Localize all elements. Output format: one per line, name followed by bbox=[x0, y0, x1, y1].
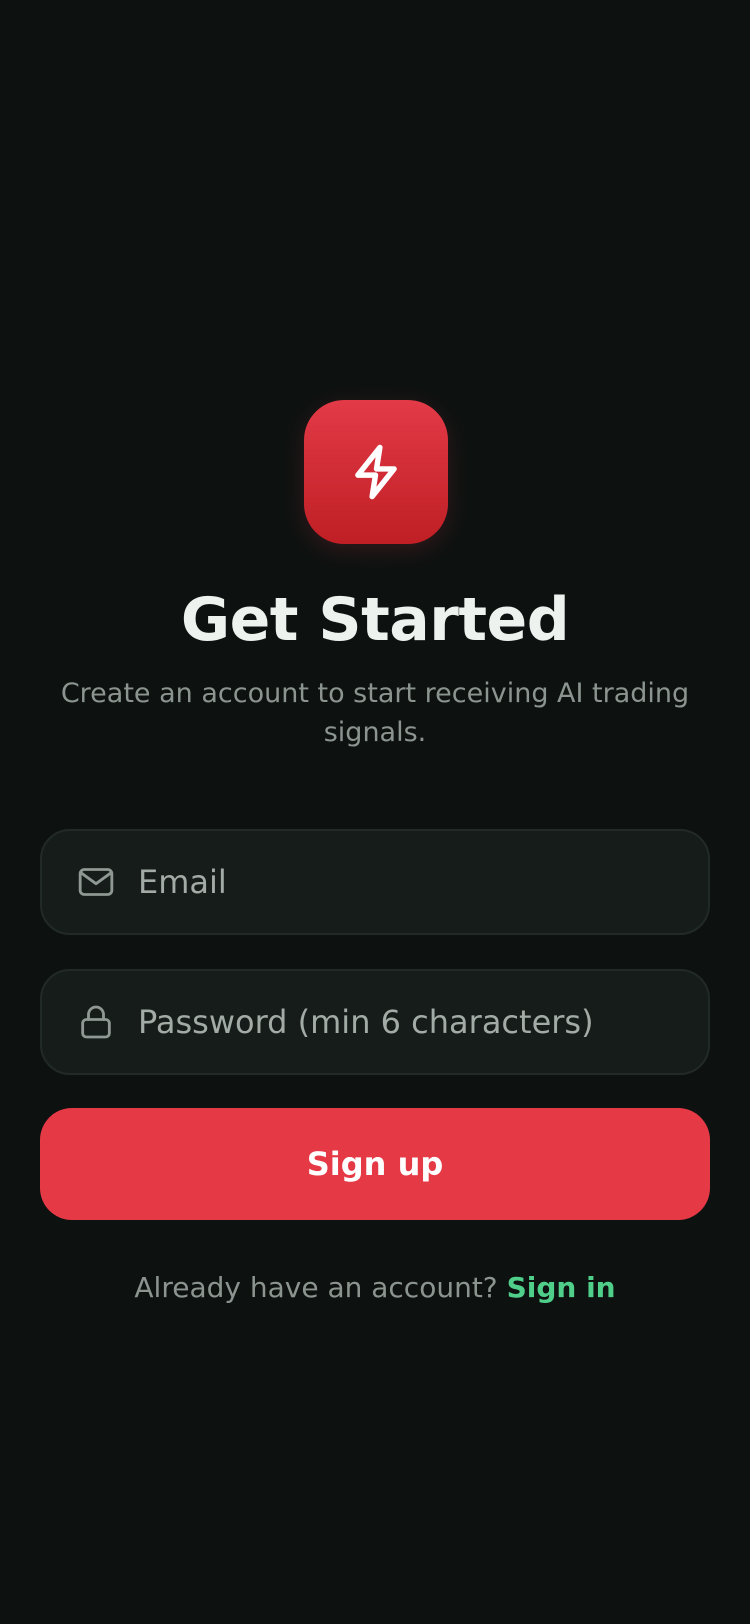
email-field[interactable] bbox=[40, 829, 710, 935]
sign-in-prompt-text: Already have an account? bbox=[134, 1271, 507, 1304]
sign-up-button[interactable]: Sign up bbox=[40, 1108, 710, 1220]
password-input[interactable] bbox=[138, 971, 684, 1073]
page-title: Get Started bbox=[180, 585, 570, 655]
lightning-bolt-icon bbox=[345, 441, 407, 503]
mail-icon bbox=[76, 862, 116, 902]
app-logo bbox=[304, 400, 448, 544]
page-subtitle: Create an account to start receiving AI … bbox=[60, 678, 690, 748]
sign-in-link[interactable]: Sign in bbox=[507, 1271, 616, 1304]
sign-in-prompt: Already have an account? Sign in bbox=[0, 1268, 750, 1308]
email-input[interactable] bbox=[138, 831, 684, 933]
password-field[interactable] bbox=[40, 969, 710, 1075]
signup-screen: Get Started Create an account to start r… bbox=[0, 0, 750, 1624]
lock-icon bbox=[76, 1002, 116, 1042]
